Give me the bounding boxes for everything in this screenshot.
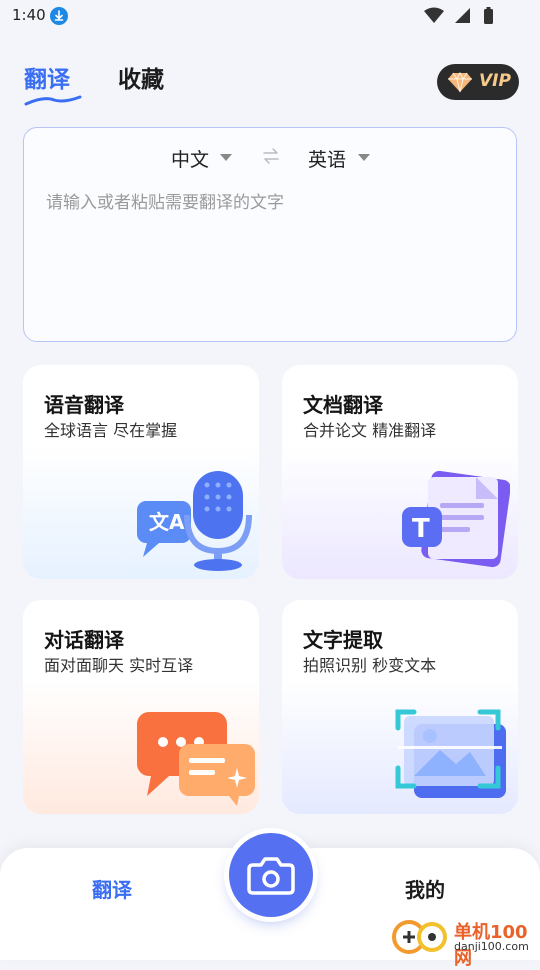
document-translate-card[interactable]: 文档翻译 合并论文 精准翻译 T [282, 365, 518, 579]
camera-button[interactable] [229, 833, 313, 917]
svg-text:文A: 文A [149, 510, 185, 534]
conversation-translate-card[interactable]: 对话翻译 面对面聊天 实时互译 [23, 600, 259, 814]
swap-languages-icon[interactable] [262, 147, 280, 165]
card-subtitle: 合并论文 精准翻译 [303, 421, 437, 440]
svg-text:T: T [412, 514, 430, 544]
target-language-select[interactable]: 英语 [308, 145, 346, 172]
active-tab-underline [24, 95, 82, 106]
card-title: 语音翻译 [44, 393, 124, 417]
wifi-icon [424, 7, 444, 23]
diamond-icon [448, 71, 472, 93]
watermark-logo [392, 920, 447, 954]
document-icon: T [402, 470, 510, 568]
download-icon [50, 7, 68, 25]
tab-translate[interactable]: 翻译 [24, 60, 70, 94]
signal-icon [455, 8, 470, 23]
top-tabs: 翻译 收藏 [24, 60, 324, 110]
chat-bubbles-icon [137, 712, 255, 806]
translation-input-card[interactable]: 中文 英语 请输入或者粘贴需要翻译的文字 [23, 127, 517, 342]
card-subtitle: 面对面聊天 实时互译 [44, 656, 194, 675]
system-status-icons [424, 7, 493, 24]
source-language-select[interactable]: 中文 [171, 145, 209, 172]
card-title: 对话翻译 [44, 628, 124, 652]
chevron-down-icon [220, 154, 232, 161]
nav-mine[interactable]: 我的 [405, 874, 445, 903]
vip-button[interactable]: VIP [437, 64, 519, 100]
status-time: 1:40 [12, 6, 46, 24]
image-scan-icon [395, 709, 506, 798]
card-title: 文档翻译 [303, 393, 383, 417]
card-title: 文字提取 [303, 628, 383, 652]
watermark-url: danji100.com [454, 940, 529, 953]
camera-icon [247, 857, 295, 895]
status-bar: 1:40 [0, 0, 540, 32]
nav-translate[interactable]: 翻译 [92, 874, 132, 903]
vip-label: VIP [479, 71, 511, 91]
microphone-icon: 文A [137, 471, 252, 571]
translation-input-placeholder[interactable]: 请输入或者粘贴需要翻译的文字 [46, 188, 284, 213]
watermark: 单机100网 danji100.com [390, 915, 540, 969]
text-extraction-card[interactable]: 文字提取 拍照识别 秒变文本 [282, 600, 518, 814]
card-subtitle: 拍照识别 秒变文本 [303, 656, 437, 675]
tab-favorites[interactable]: 收藏 [118, 60, 164, 94]
chevron-down-icon [358, 154, 370, 161]
voice-translate-card[interactable]: 语音翻译 全球语言 尽在掌握 文A [23, 365, 259, 579]
battery-icon [484, 9, 493, 24]
card-subtitle: 全球语言 尽在掌握 [44, 421, 178, 440]
